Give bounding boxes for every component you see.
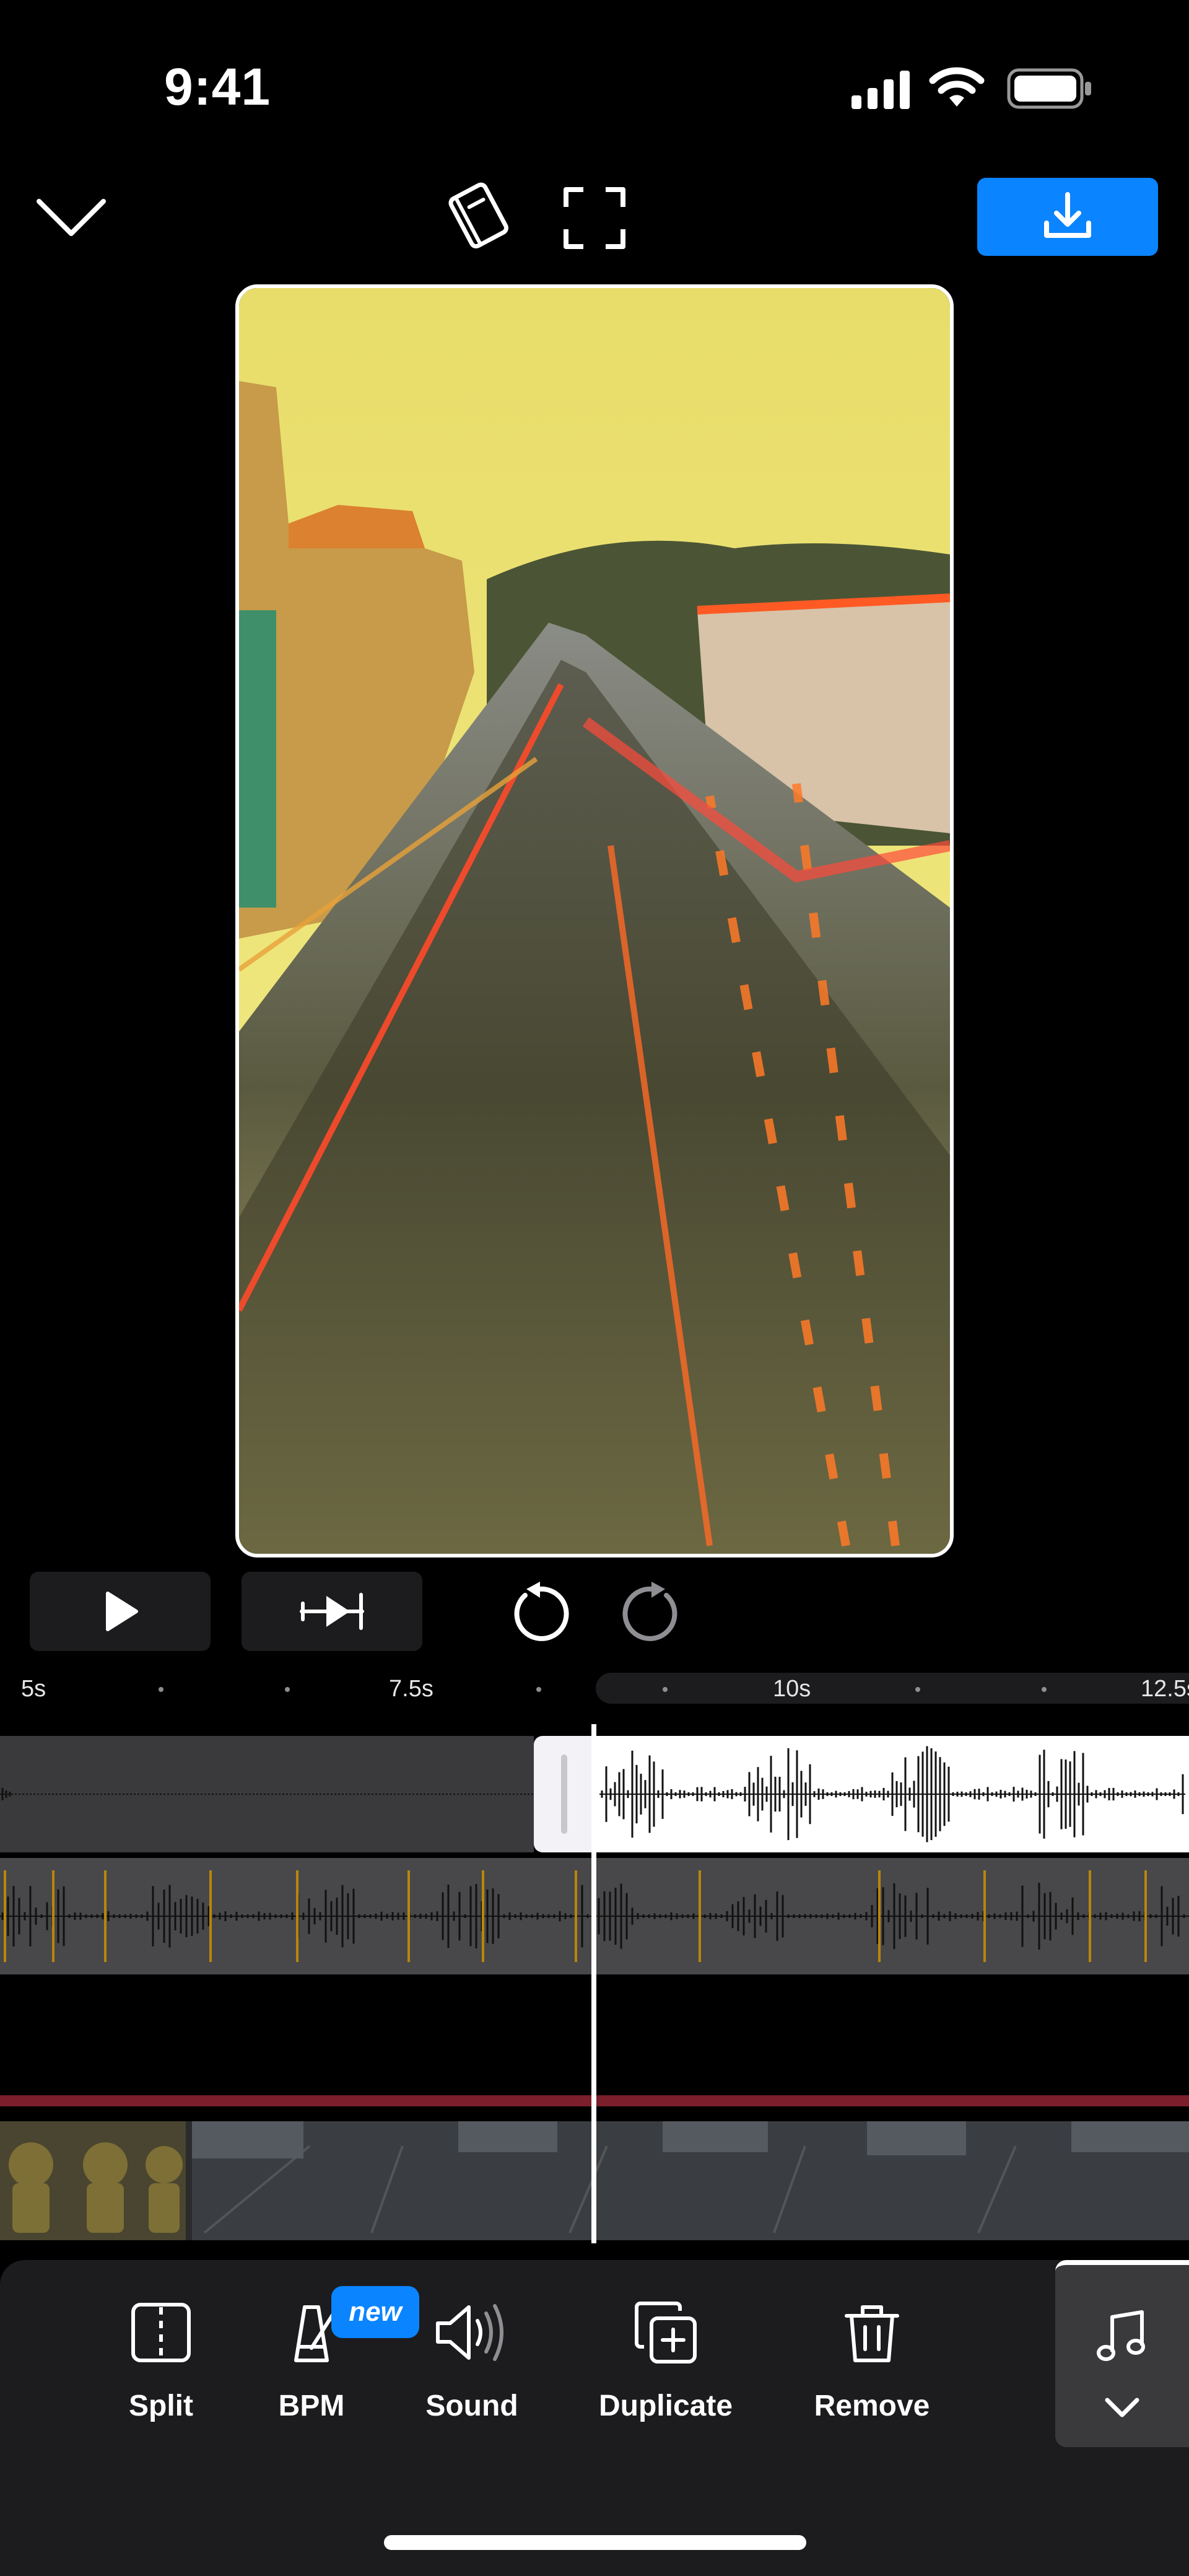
- remove-label: Remove: [814, 2390, 930, 2422]
- redo-button[interactable]: [614, 1577, 689, 1651]
- fullscreen-icon: [564, 187, 625, 249]
- cellular-signal-icon: [851, 68, 913, 112]
- video-frame-image: [239, 288, 950, 1554]
- ruler-tick: [285, 1687, 290, 1692]
- chevron-down-icon: [37, 199, 106, 236]
- home-indicator: [384, 2535, 806, 2550]
- audio-waveform: [599, 1746, 1185, 1842]
- guide-button[interactable]: [440, 177, 520, 257]
- download-icon: [1044, 192, 1091, 238]
- export-button[interactable]: [977, 178, 1158, 256]
- ruler-label: 7.5s: [389, 1676, 433, 1702]
- ruler-highlight: [596, 1673, 1189, 1704]
- trash-icon: [845, 2305, 899, 2362]
- fullscreen-button[interactable]: [556, 180, 633, 256]
- sound-button[interactable]: Sound: [398, 2292, 546, 2441]
- collapse-button[interactable]: [31, 186, 111, 248]
- redo-icon: [622, 1582, 677, 1641]
- undo-icon: [514, 1582, 569, 1641]
- split-label: Split: [129, 2390, 193, 2422]
- speaker-icon: [436, 2304, 503, 2361]
- duplicate-label: Duplicate: [598, 2390, 733, 2422]
- ruler-tick: [536, 1687, 541, 1692]
- ruler-label: 10s: [773, 1676, 811, 1702]
- skip-to-marker-icon: [300, 1593, 364, 1630]
- battery-icon: [1007, 68, 1094, 112]
- undo-button[interactable]: [503, 1577, 577, 1651]
- clip-trim-handle[interactable]: [534, 1736, 596, 1852]
- book-icon: [448, 182, 508, 249]
- audio-track-unselected[interactable]: [0, 1736, 534, 1852]
- chevron-down-icon: [1105, 2398, 1139, 2417]
- ruler-tick: [1042, 1687, 1047, 1692]
- ruler-label: 5s: [21, 1676, 46, 1702]
- ruler-tick: [159, 1687, 163, 1692]
- sound-label: Sound: [425, 2390, 518, 2422]
- split-icon: [131, 2303, 191, 2362]
- music-note-icon: [1097, 2310, 1145, 2361]
- audio-clip-selected[interactable]: [596, 1736, 1189, 1852]
- remove-button[interactable]: Remove: [798, 2292, 946, 2441]
- play-icon: [106, 1592, 138, 1631]
- split-button[interactable]: Split: [87, 2292, 235, 2441]
- duplicate-button[interactable]: Duplicate: [591, 2292, 740, 2441]
- play-button[interactable]: [30, 1572, 211, 1651]
- playhead[interactable]: [591, 1724, 596, 2243]
- status-time: 9:41: [164, 58, 271, 116]
- ruler-tick: [915, 1687, 920, 1692]
- duplicate-icon: [635, 2302, 697, 2364]
- music-tab[interactable]: [1055, 2260, 1189, 2447]
- jump-to-marker-button[interactable]: [242, 1572, 422, 1651]
- ruler-label: 12.5s: [1141, 1676, 1189, 1702]
- video-preview[interactable]: [235, 284, 954, 1557]
- wifi-icon: [929, 66, 985, 112]
- ruler-tick: [663, 1687, 668, 1692]
- bpm-label: BPM: [278, 2390, 345, 2422]
